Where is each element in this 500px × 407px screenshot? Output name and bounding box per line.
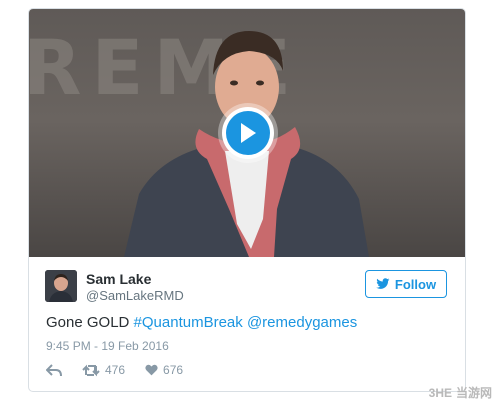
- video-player[interactable]: REME: [29, 9, 465, 257]
- like-count: 676: [163, 363, 184, 377]
- reply-button[interactable]: [46, 363, 62, 377]
- retweet-icon: [82, 364, 100, 376]
- watermark-site-name: 当游网: [455, 386, 492, 400]
- tweet-author: Sam Lake @SamLakeRMD Follow: [45, 270, 451, 304]
- follow-label: Follow: [394, 276, 437, 292]
- tweet-text-plain: Gone GOLD: [46, 314, 134, 331]
- play-button[interactable]: [222, 107, 274, 159]
- author-name[interactable]: Sam Lake: [86, 271, 151, 287]
- watermark-logo: 3HE: [428, 385, 452, 400]
- site-watermark: 3HE 当游网: [429, 384, 492, 401]
- tweet-actions: 476 676: [46, 361, 183, 379]
- tweet-card: REME Sam Lake @SamLakeRMD Follow Gone GO…: [28, 8, 466, 392]
- avatar[interactable]: [45, 270, 77, 302]
- twitter-bird-icon: [376, 278, 390, 289]
- hashtag-link[interactable]: #QuantumBreak: [134, 314, 243, 331]
- follow-button[interactable]: Follow: [365, 270, 447, 298]
- tweet-text: Gone GOLD #QuantumBreak @remedygames: [46, 314, 357, 331]
- play-icon: [226, 111, 270, 155]
- author-handle[interactable]: @SamLakeRMD: [86, 288, 184, 303]
- retweet-button[interactable]: 476: [82, 363, 125, 377]
- retweet-count: 476: [105, 363, 126, 377]
- reply-icon: [46, 363, 62, 376]
- like-button[interactable]: 676: [145, 363, 183, 377]
- heart-icon: [145, 364, 158, 376]
- tweet-timestamp[interactable]: 9:45 PM - 19 Feb 2016: [46, 339, 169, 353]
- mention-link[interactable]: @remedygames: [247, 314, 357, 331]
